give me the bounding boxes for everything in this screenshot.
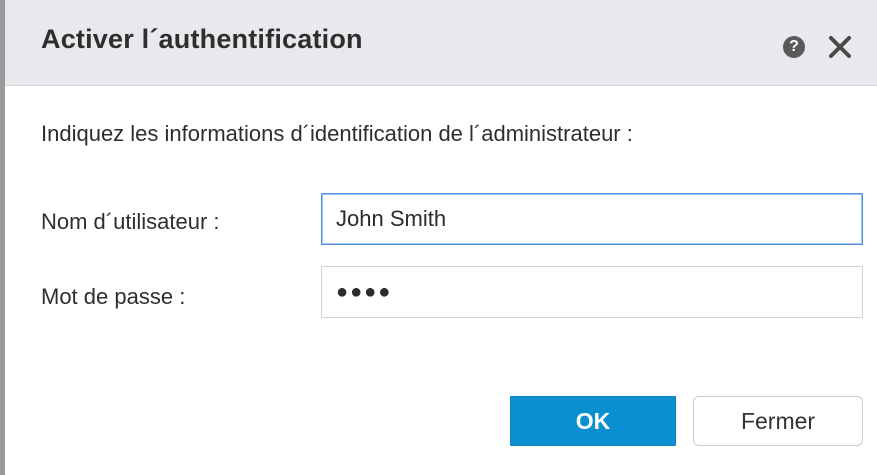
authentication-dialog: Activer l´authentification ? Indiquez le… <box>0 0 877 475</box>
close-button[interactable]: Fermer <box>693 396 863 446</box>
ok-button[interactable]: OK <box>510 396 676 446</box>
username-field[interactable] <box>321 193 863 245</box>
dialog-titlebar: Activer l´authentification ? <box>5 0 877 86</box>
password-field[interactable] <box>321 266 863 318</box>
username-label: Nom d´utilisateur : <box>41 209 220 234</box>
instructions-text: Indiquez les informations d´identificati… <box>41 121 633 146</box>
close-icon[interactable] <box>827 34 853 60</box>
help-icon[interactable]: ? <box>783 36 805 58</box>
password-label: Mot de passe : <box>41 284 186 309</box>
dialog-title: Activer l´authentification <box>41 24 363 54</box>
